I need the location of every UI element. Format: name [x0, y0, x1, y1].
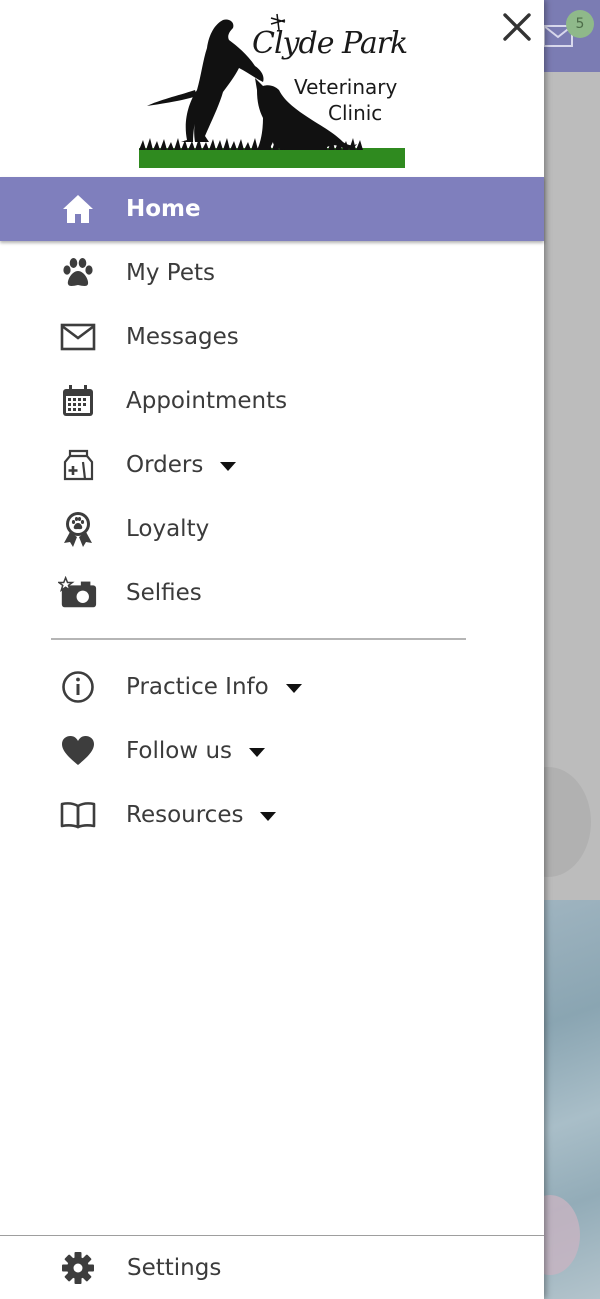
logo-text-clinic: Clinic: [328, 101, 383, 125]
heart-icon: [58, 731, 98, 771]
menu-item-orders[interactable]: Orders: [0, 433, 544, 497]
menu-item-label: Practice Info: [126, 674, 302, 700]
paw-icon: [58, 253, 98, 293]
award-ribbon-icon: [58, 509, 98, 549]
menu-item-selfies[interactable]: Selfies: [0, 561, 544, 625]
menu-item-label: Orders: [126, 452, 237, 478]
menu-item-messages[interactable]: Messages: [0, 305, 544, 369]
camera-star-icon: [58, 573, 98, 613]
menu-item-practice-info[interactable]: Practice Info: [0, 655, 544, 719]
menu-item-label: Settings: [127, 1254, 222, 1281]
chevron-down-icon: [249, 748, 266, 757]
secondary-menu: Practice Info Follow us Resources: [0, 655, 544, 847]
menu-item-label: Follow us: [126, 738, 266, 764]
chevron-down-icon: [220, 462, 237, 471]
menu-item-label: Home: [126, 196, 201, 222]
menu-item-my-pets[interactable]: My Pets: [0, 241, 544, 305]
menu-item-resources[interactable]: Resources: [0, 783, 544, 847]
home-icon: [58, 189, 98, 229]
logo-text-clyde-park: Clyde Park: [252, 26, 408, 61]
menu-item-loyalty[interactable]: Loyalty: [0, 497, 544, 561]
menu-item-label: My Pets: [126, 260, 215, 286]
menu-item-appointments[interactable]: Appointments: [0, 369, 544, 433]
chevron-down-icon: [285, 684, 302, 693]
menu-item-follow-us[interactable]: Follow us: [0, 719, 544, 783]
menu-item-settings[interactable]: Settings: [0, 1236, 544, 1299]
message-count-badge: 5: [566, 10, 594, 38]
main-menu: Home My Pets Messages Appointments Order…: [0, 177, 544, 625]
menu-item-label: Loyalty: [126, 516, 210, 542]
chevron-down-icon: [260, 812, 277, 821]
calendar-icon: [58, 381, 98, 421]
gear-icon: [58, 1248, 98, 1288]
menu-item-label: Resources: [126, 802, 277, 828]
navigation-drawer: Clyde Park Veterinary Clinic Home My Pet…: [0, 0, 544, 1299]
info-icon: [58, 667, 98, 707]
book-icon: [58, 795, 98, 835]
menu-divider: [51, 638, 466, 640]
close-icon[interactable]: [498, 8, 536, 46]
pet-food-bag-icon: [58, 445, 98, 485]
envelope-icon: [58, 317, 98, 357]
menu-item-home[interactable]: Home: [0, 177, 544, 241]
logo-text-veterinary: Veterinary: [294, 75, 398, 99]
menu-item-label: Messages: [126, 324, 239, 350]
menu-item-label: Appointments: [126, 388, 288, 414]
menu-item-label: Selfies: [126, 580, 202, 606]
